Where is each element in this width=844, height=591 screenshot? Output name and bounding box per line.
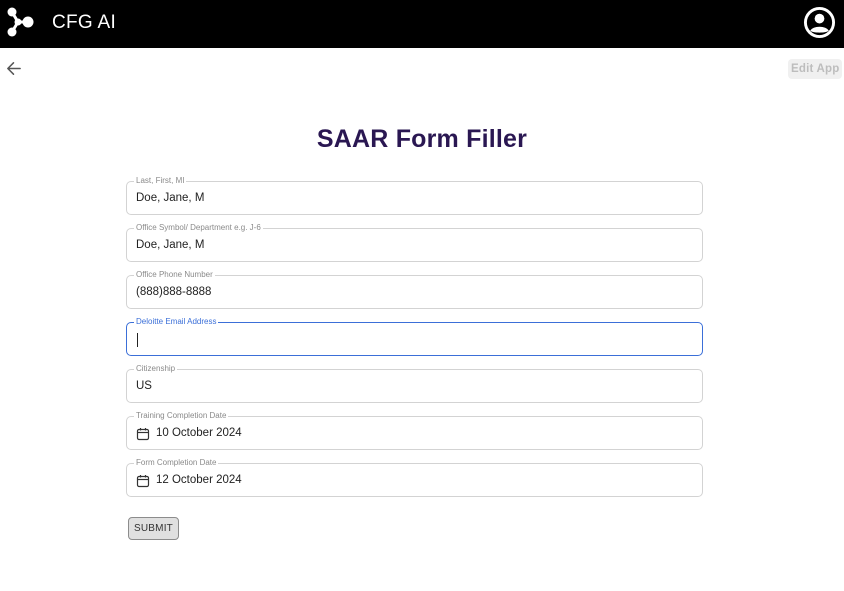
- form-date-field[interactable]: Form Completion Date 12 October 2024: [126, 458, 703, 497]
- email-field[interactable]: Deloitte Email Address: [126, 317, 703, 356]
- form-date-field-label: Form Completion Date: [134, 458, 219, 468]
- form-date-field-value: 12 October 2024: [156, 474, 242, 486]
- calendar-icon[interactable]: [136, 474, 150, 488]
- top-app-bar: CFG AI: [0, 0, 844, 48]
- name-field-value: Doe, Jane, M: [136, 192, 205, 204]
- calendar-icon[interactable]: [136, 427, 150, 441]
- submit-button[interactable]: SUBMIT: [128, 517, 179, 540]
- office-symbol-field-label: Office Symbol/ Department e.g. J-6: [134, 223, 263, 233]
- citizenship-field-value: US: [136, 380, 152, 392]
- email-field-label: Deloitte Email Address: [134, 317, 219, 327]
- office-symbol-field-value: Doe, Jane, M: [136, 239, 205, 251]
- training-date-field[interactable]: Training Completion Date 10 October 2024: [126, 411, 703, 450]
- office-phone-field-value: (888)888-8888: [136, 286, 212, 298]
- hub-logo-icon[interactable]: [4, 6, 36, 38]
- office-phone-field[interactable]: Office Phone Number (888)888-8888: [126, 270, 703, 309]
- office-phone-field-label: Office Phone Number: [134, 270, 215, 280]
- office-symbol-field[interactable]: Office Symbol/ Department e.g. J-6 Doe, …: [126, 223, 703, 262]
- text-cursor: [137, 333, 138, 347]
- training-date-field-value: 10 October 2024: [156, 427, 242, 439]
- app-name: CFG AI: [52, 12, 117, 33]
- account-circle-icon[interactable]: [803, 6, 836, 39]
- citizenship-field[interactable]: Citizenship US: [126, 364, 703, 403]
- arrow-left-icon[interactable]: [5, 60, 22, 77]
- name-field-label: Last, First, MI: [134, 176, 187, 186]
- edit-app-button[interactable]: Edit App: [788, 59, 843, 79]
- page-title: SAAR Form Filler: [316, 125, 528, 153]
- name-field[interactable]: Last, First, MI Doe, Jane, M: [126, 176, 703, 215]
- citizenship-field-label: Citizenship: [134, 364, 178, 374]
- training-date-field-label: Training Completion Date: [134, 411, 229, 421]
